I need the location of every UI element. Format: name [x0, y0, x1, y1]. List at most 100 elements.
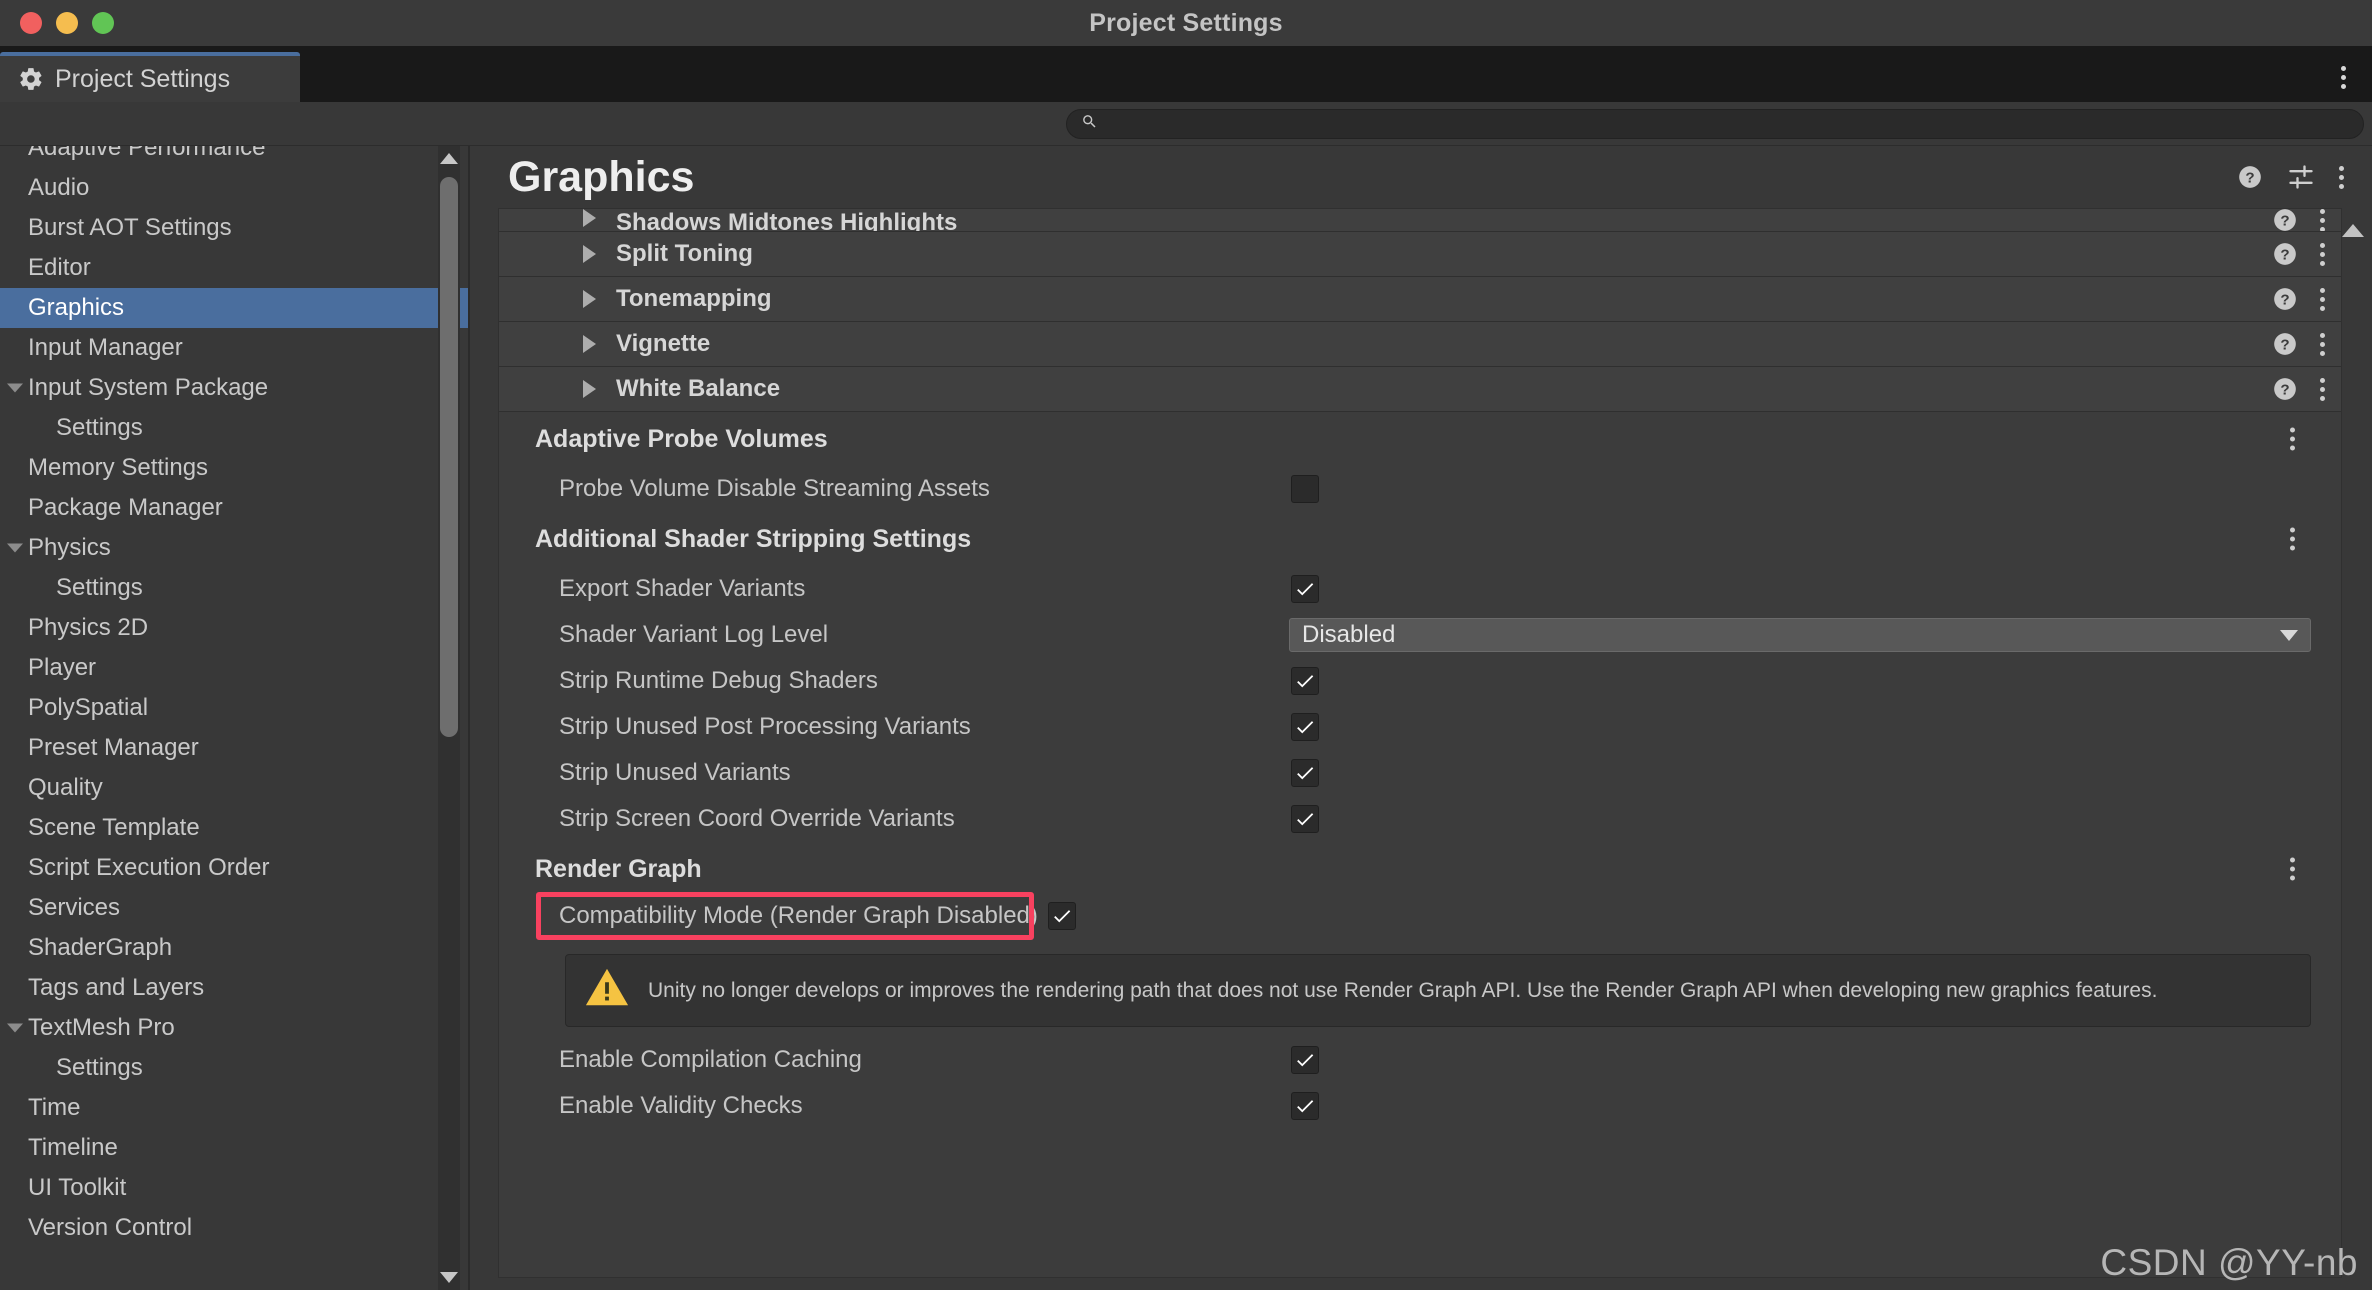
sidebar-item-label: Timeline: [28, 1134, 118, 1161]
sidebar-item-timeline[interactable]: Timeline: [0, 1128, 470, 1168]
svg-text:?: ?: [2280, 212, 2289, 229]
foldout-row[interactable]: White Balance?: [499, 367, 2341, 412]
sidebar-item-package-manager[interactable]: Package Manager: [0, 488, 470, 528]
expand-arrow-icon[interactable]: [583, 380, 596, 398]
tab-strip: Project Settings: [0, 46, 2372, 102]
preset-icon[interactable]: [2287, 163, 2315, 191]
window-title: Project Settings: [1089, 8, 1283, 37]
checkbox-toggle[interactable]: [1291, 1092, 1319, 1120]
checkbox-toggle[interactable]: [1291, 575, 1319, 603]
checkbox-toggle[interactable]: [1291, 475, 1319, 503]
search-box[interactable]: [1066, 108, 2364, 139]
property-row: Strip Unused Post Processing Variants: [499, 704, 2341, 750]
sidebar-item-preset-manager[interactable]: Preset Manager: [0, 728, 470, 768]
sidebar-item-physics-2d[interactable]: Physics 2D: [0, 608, 470, 648]
kebab-menu-icon[interactable]: [2290, 527, 2295, 551]
settings-main: Graphics ? Shadows Midtones Highlights? S…: [470, 146, 2372, 1290]
dropdown-value: Disabled: [1302, 621, 1396, 648]
kebab-menu-icon[interactable]: [2320, 209, 2325, 231]
sidebar-item-memory-settings[interactable]: Memory Settings: [0, 448, 470, 488]
foldout-row[interactable]: Shadows Midtones Highlights?: [499, 209, 2341, 232]
help-icon[interactable]: ?: [2272, 241, 2298, 267]
sidebar-item-label: Time: [28, 1094, 81, 1121]
scroll-up-arrow-icon[interactable]: [440, 153, 458, 164]
kebab-menu-icon[interactable]: [2320, 242, 2325, 266]
sidebar-item-time[interactable]: Time: [0, 1088, 470, 1128]
kebab-menu-icon[interactable]: [2320, 377, 2325, 401]
sidebar-item-label: Audio: [28, 174, 90, 201]
dropdown-select[interactable]: Disabled: [1289, 618, 2311, 652]
search-icon: [1081, 113, 1098, 135]
checkbox-toggle[interactable]: [1291, 759, 1319, 787]
sidebar-item-graphics[interactable]: Graphics: [0, 288, 470, 328]
sidebar-item-quality[interactable]: Quality: [0, 768, 470, 808]
sidebar-item-polyspatial[interactable]: PolySpatial: [0, 688, 470, 728]
foldout-row[interactable]: Vignette?: [499, 322, 2341, 367]
checkbox-toggle[interactable]: [1291, 713, 1319, 741]
sidebar-item-physics[interactable]: Physics: [0, 528, 470, 568]
sidebar-item-label: Package Manager: [28, 494, 223, 521]
sidebar-item-textmesh-pro[interactable]: TextMesh Pro: [0, 1008, 470, 1048]
expand-arrow-icon[interactable]: [583, 335, 596, 353]
foldout-row[interactable]: Tonemapping?: [499, 277, 2341, 322]
sidebar-item-settings[interactable]: Settings: [0, 1048, 470, 1088]
help-icon[interactable]: ?: [2272, 209, 2298, 231]
sidebar-item-version-control[interactable]: Version Control: [0, 1208, 470, 1248]
sidebar-item-input-system-package[interactable]: Input System Package: [0, 368, 470, 408]
svg-text:?: ?: [2280, 291, 2289, 308]
search-input[interactable]: [1107, 113, 2349, 134]
help-icon[interactable]: ?: [2272, 286, 2298, 312]
sidebar-item-audio[interactable]: Audio: [0, 168, 470, 208]
tab-label: Project Settings: [55, 64, 231, 93]
property-label: Export Shader Variants: [559, 575, 806, 602]
sidebar-item-label: Burst AOT Settings: [28, 214, 232, 241]
kebab-menu-icon[interactable]: [2320, 332, 2325, 356]
property-label: Strip Unused Post Processing Variants: [559, 713, 971, 740]
sidebar-item-input-manager[interactable]: Input Manager: [0, 328, 470, 368]
property-label: Enable Compilation Caching: [559, 1046, 862, 1073]
sidebar-item-ui-toolkit[interactable]: UI Toolkit: [0, 1168, 470, 1208]
expand-arrow-icon[interactable]: [7, 543, 23, 553]
checkbox-toggle[interactable]: [1291, 667, 1319, 695]
main-scroll-up-arrow-icon[interactable]: [2342, 224, 2364, 237]
checkbox-toggle[interactable]: [1291, 1046, 1319, 1074]
scroll-down-arrow-icon[interactable]: [440, 1272, 458, 1283]
tab-project-settings[interactable]: Project Settings: [0, 52, 300, 102]
sidebar-item-label: Settings: [56, 1054, 143, 1081]
sidebar-item-adaptive-performance[interactable]: Adaptive Performance: [0, 146, 470, 168]
expand-arrow-icon[interactable]: [583, 209, 596, 227]
kebab-menu-icon[interactable]: [2290, 427, 2295, 451]
settings-body: Adaptive Performance Audio Burst AOT Setti…: [0, 146, 2372, 1290]
kebab-menu-icon[interactable]: [2320, 287, 2325, 311]
foldout-label: Vignette: [616, 330, 711, 357]
expand-arrow-icon[interactable]: [7, 1023, 23, 1033]
sidebar-item-settings[interactable]: Settings: [0, 568, 470, 608]
sidebar-item-label: ShaderGraph: [28, 934, 173, 961]
help-icon[interactable]: ?: [2272, 331, 2298, 357]
checkbox-toggle[interactable]: [1291, 805, 1319, 833]
help-icon[interactable]: ?: [2272, 376, 2298, 402]
sidebar-scroll-thumb[interactable]: [440, 177, 458, 737]
sidebar-scrollbar[interactable]: [438, 146, 460, 1290]
foldout-row[interactable]: Split Toning?: [499, 232, 2341, 277]
expand-arrow-icon[interactable]: [583, 245, 596, 263]
sidebar-item-script-execution-order[interactable]: Script Execution Order: [0, 848, 470, 888]
kebab-menu-icon[interactable]: [2341, 66, 2346, 89]
sidebar-item-scene-template[interactable]: Scene Template: [0, 808, 470, 848]
warning-help-box: Unity no longer develops or improves the…: [565, 954, 2311, 1027]
sidebar-item-player[interactable]: Player: [0, 648, 470, 688]
sidebar-item-settings[interactable]: Settings: [0, 408, 470, 448]
sidebar-item-editor[interactable]: Editor: [0, 248, 470, 288]
sidebar-item-label: Settings: [56, 414, 143, 441]
expand-arrow-icon[interactable]: [583, 290, 596, 308]
property-row: Shader Variant Log Level Disabled: [499, 612, 2341, 658]
kebab-menu-icon[interactable]: [2339, 165, 2344, 189]
sidebar-item-shadergraph[interactable]: ShaderGraph: [0, 928, 470, 968]
sidebar-item-services[interactable]: Services: [0, 888, 470, 928]
kebab-menu-icon[interactable]: [2290, 857, 2295, 881]
help-icon[interactable]: ?: [2237, 164, 2263, 190]
sidebar-item-tags-and-layers[interactable]: Tags and Layers: [0, 968, 470, 1008]
compatibility-mode-checkbox[interactable]: [1047, 902, 1076, 930]
expand-arrow-icon[interactable]: [7, 383, 23, 393]
sidebar-item-burst-aot-settings[interactable]: Burst AOT Settings: [0, 208, 470, 248]
